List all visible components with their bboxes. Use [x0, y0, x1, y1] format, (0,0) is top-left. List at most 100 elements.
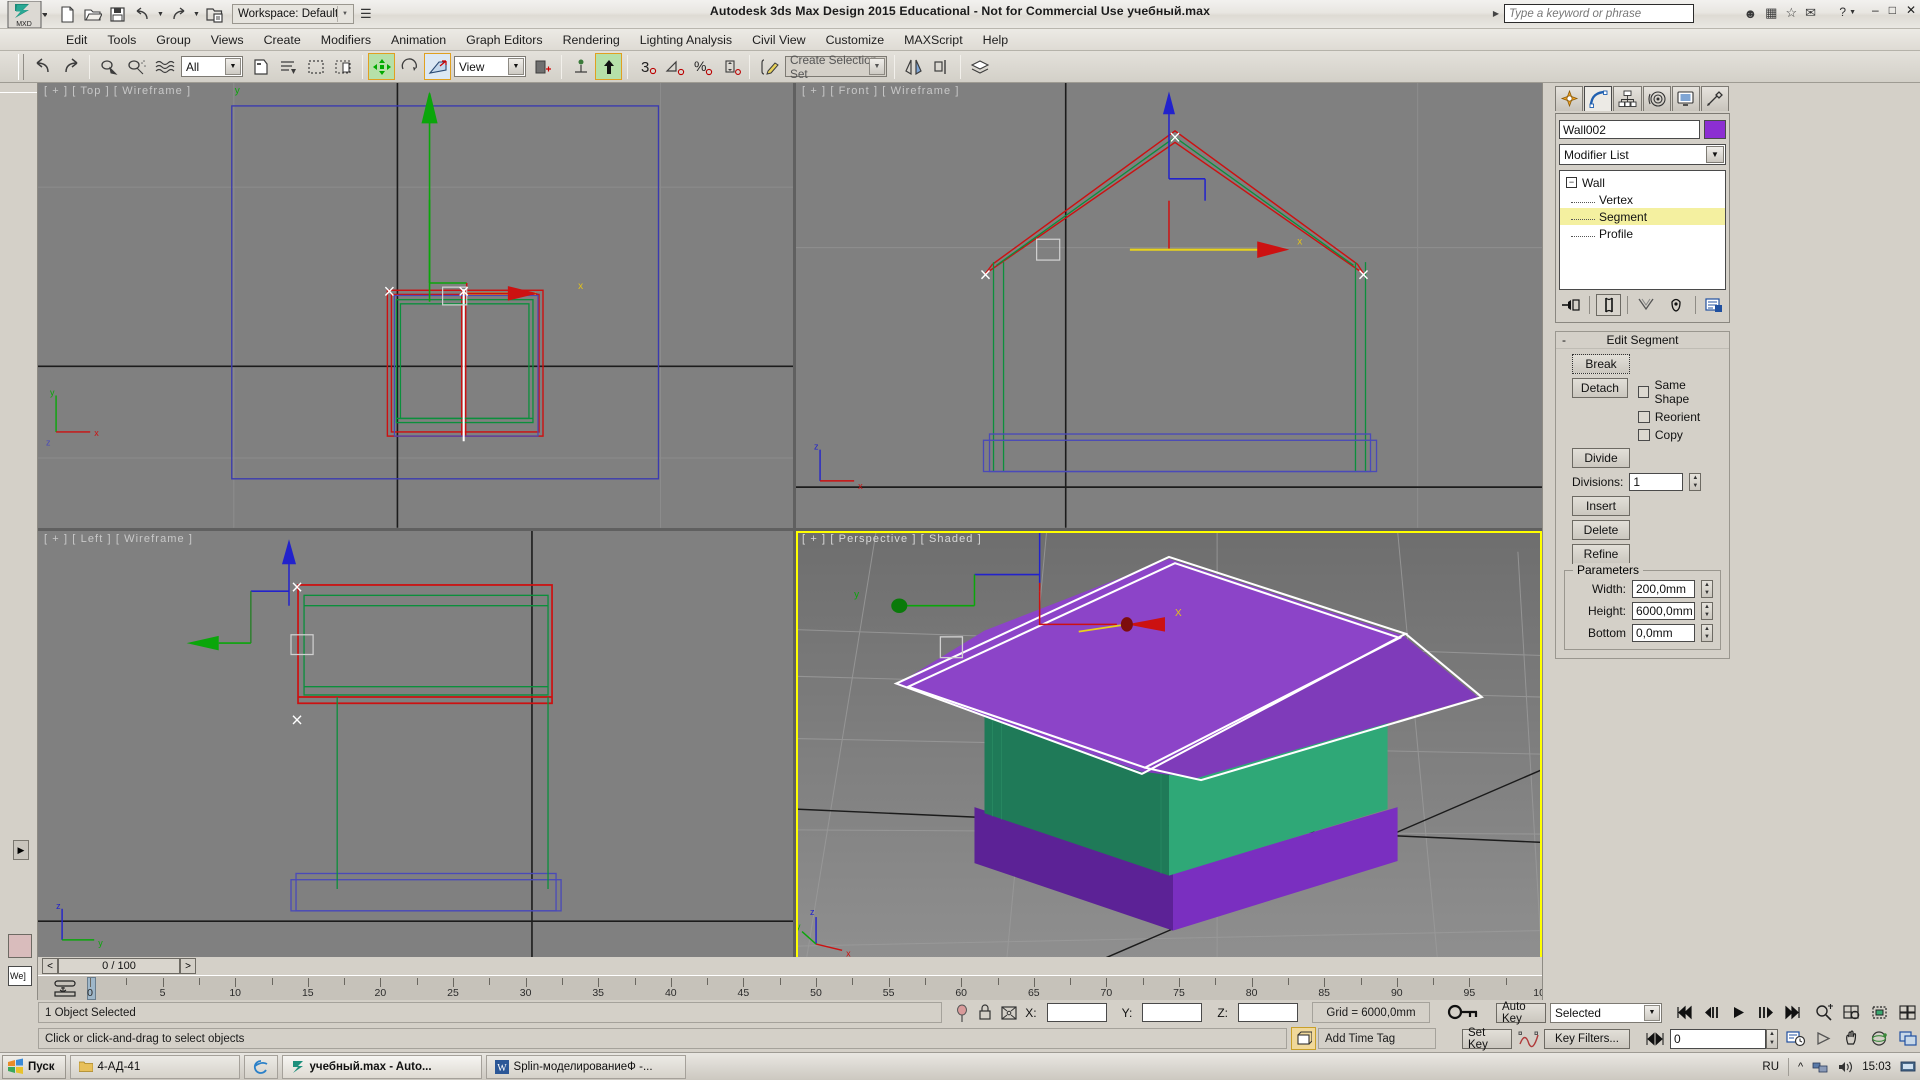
display-icon[interactable]	[1900, 1060, 1916, 1074]
viewport-left-canvas[interactable]: z y	[38, 531, 793, 962]
favorites-icon[interactable]: ☆	[1785, 5, 1797, 21]
taskbar-item-word[interactable]: W Splin-моделированиеФ -...	[485, 1054, 686, 1079]
menu-item-graph-editors[interactable]: Graph Editors	[456, 31, 552, 49]
percent-snap-toggle-icon[interactable]: %	[689, 53, 716, 80]
lock-selection-icon[interactable]	[977, 1003, 993, 1023]
menu-item-edit[interactable]: Edit	[56, 31, 97, 49]
maximize-button[interactable]: □	[1889, 3, 1896, 17]
auto-key-button[interactable]: Auto Key	[1496, 1001, 1546, 1025]
key-filters-button[interactable]: Key Filters...	[1544, 1028, 1630, 1049]
checkbox[interactable]	[1637, 386, 1650, 398]
spinner-snap-toggle-icon[interactable]	[717, 53, 744, 80]
hierarchy-tab[interactable]	[1613, 86, 1642, 111]
viewport-label-top[interactable]: [ + ] [ Top ] [ Wireframe ]	[44, 85, 191, 97]
arc-rotate-icon[interactable]	[1868, 1027, 1892, 1050]
stack-item-profile[interactable]: Profile	[1560, 225, 1725, 242]
y-coordinate-field[interactable]	[1142, 1003, 1203, 1022]
redo-icon[interactable]	[57, 53, 84, 80]
current-frame-field[interactable]: 0 / 100	[58, 958, 180, 974]
menu-item-modifiers[interactable]: Modifiers	[311, 31, 381, 49]
stack-item-vertex[interactable]: Vertex	[1560, 191, 1725, 208]
select-and-manipulate-icon[interactable]	[595, 53, 622, 80]
chevron-down-icon[interactable]: ▼	[1644, 1004, 1660, 1021]
previous-frame-button[interactable]: <	[42, 958, 58, 974]
chevron-down-icon[interactable]: ▼	[508, 58, 524, 75]
object-color-swatch[interactable]	[1704, 120, 1726, 139]
tray-language-label[interactable]: RU	[1762, 1061, 1779, 1073]
go-to-end-icon[interactable]	[1780, 1001, 1804, 1024]
rollout-header[interactable]: - Edit Segment	[1556, 332, 1729, 349]
modifier-stack[interactable]: − Wall Vertex Segment Profile	[1559, 170, 1726, 290]
play-preview-icon[interactable]	[1812, 1027, 1836, 1050]
delete-button[interactable]: Delete	[1572, 520, 1630, 540]
track-bar[interactable]: 0510152025303540455055606570758085909510…	[38, 975, 1551, 1000]
divisions-field[interactable]: 1	[1629, 473, 1684, 491]
key-toggle-icon[interactable]	[1444, 1002, 1486, 1023]
open-mini-curve-editor-icon[interactable]	[52, 979, 78, 998]
macro-recorder-field[interactable]: We]	[8, 966, 32, 986]
previous-frame-icon[interactable]	[1699, 1001, 1723, 1024]
z-coordinate-field[interactable]	[1238, 1003, 1298, 1022]
modify-tab[interactable]	[1584, 86, 1613, 111]
help-group[interactable]: ? ▼	[1839, 5, 1856, 19]
height-field[interactable]: 6000,0mm	[1632, 602, 1695, 620]
help-icon[interactable]: ?	[1839, 5, 1846, 19]
taskbar-item-folder[interactable]: 4-АД-41	[69, 1054, 240, 1079]
menu-item-civil-view[interactable]: Civil View	[742, 31, 815, 49]
taskbar-item-browser[interactable]	[243, 1054, 278, 1079]
reorient-checkbox-row[interactable]: Reorient	[1637, 410, 1721, 424]
menu-item-rendering[interactable]: Rendering	[553, 31, 630, 49]
menu-item-maxscript[interactable]: MAXScript	[894, 31, 973, 49]
close-button[interactable]: ✕	[1906, 3, 1916, 17]
next-frame-button[interactable]: >	[180, 958, 196, 974]
utilities-tab[interactable]	[1700, 86, 1730, 111]
collapse-icon[interactable]: −	[1566, 177, 1577, 188]
key-mode-combo[interactable]: Selected ▼	[1550, 1002, 1662, 1023]
mirror-icon[interactable]	[900, 53, 927, 80]
key-mode-toggle-icon[interactable]	[1644, 1031, 1666, 1047]
viewport-label-left[interactable]: [ + ] [ Left ] [ Wireframe ]	[44, 533, 193, 545]
zoom-region-icon[interactable]	[1896, 1001, 1920, 1024]
viewport-label-perspective[interactable]: [ + ] [ Perspective ] [ Shaded ]	[802, 533, 982, 545]
set-key-filters-toggle-icon[interactable]	[1518, 1029, 1540, 1049]
window-crossing-toggle-icon[interactable]	[330, 53, 357, 80]
x-coordinate-field[interactable]	[1046, 1003, 1107, 1022]
exchange-store-icon[interactable]: ▦	[1765, 5, 1777, 21]
width-spinner[interactable]: ▲ ▼	[1701, 580, 1713, 598]
stack-item-segment[interactable]: Segment	[1560, 208, 1725, 225]
viewport-top-canvas[interactable]: x y y x z	[38, 83, 793, 528]
named-selection-sets-combo[interactable]: Create Selection Set ▼	[785, 53, 887, 81]
chevron-down-icon[interactable]: ▼	[225, 58, 241, 75]
minimize-button[interactable]: –	[1872, 3, 1879, 17]
expand-left-panel-button[interactable]: ▶	[13, 840, 29, 860]
play-animation-icon[interactable]	[1726, 1001, 1750, 1024]
menu-item-customize[interactable]: Customize	[816, 31, 895, 49]
viewport-front-canvas[interactable]: x z x	[796, 83, 1542, 528]
bottom-field[interactable]: 0,0mm	[1632, 624, 1695, 642]
pin-stack-status-icon[interactable]	[954, 1003, 970, 1023]
menu-item-views[interactable]: Views	[201, 31, 254, 49]
tray-clock-label[interactable]: 15:03	[1862, 1061, 1891, 1073]
angle-snap-toggle-icon[interactable]	[661, 53, 688, 80]
communication-center-icon[interactable]: ✉	[1805, 5, 1816, 21]
viewport-left[interactable]: [ + ] [ Left ] [ Wireframe ] z y	[38, 531, 793, 962]
height-spinner[interactable]: ▲ ▼	[1701, 602, 1713, 620]
copy-checkbox-row[interactable]: Copy	[1637, 428, 1721, 442]
maximize-viewport-icon[interactable]	[1896, 1027, 1920, 1050]
menu-item-create[interactable]: Create	[254, 31, 311, 49]
search-input[interactable]: Type a keyword or phrase	[1504, 4, 1694, 23]
edit-named-selection-sets-icon[interactable]	[755, 53, 782, 80]
left-strip-grip[interactable]	[0, 83, 37, 93]
select-object-icon[interactable]	[246, 53, 273, 80]
create-tab[interactable]	[1555, 86, 1584, 111]
snaps-toggle-icon[interactable]: 3	[633, 53, 660, 80]
show-end-result-icon[interactable]	[1596, 294, 1621, 316]
chevron-down-icon[interactable]: ▼	[1706, 146, 1724, 163]
network-icon[interactable]	[1812, 1060, 1828, 1074]
volume-icon[interactable]	[1837, 1060, 1853, 1074]
toolbar-grip[interactable]	[18, 53, 24, 80]
pan-view-icon[interactable]	[1840, 1027, 1864, 1050]
viewport-perspective-canvas[interactable]: y X z x y	[796, 531, 1542, 962]
width-field[interactable]: 200,0mm	[1632, 580, 1695, 598]
motion-tab[interactable]	[1642, 86, 1671, 111]
